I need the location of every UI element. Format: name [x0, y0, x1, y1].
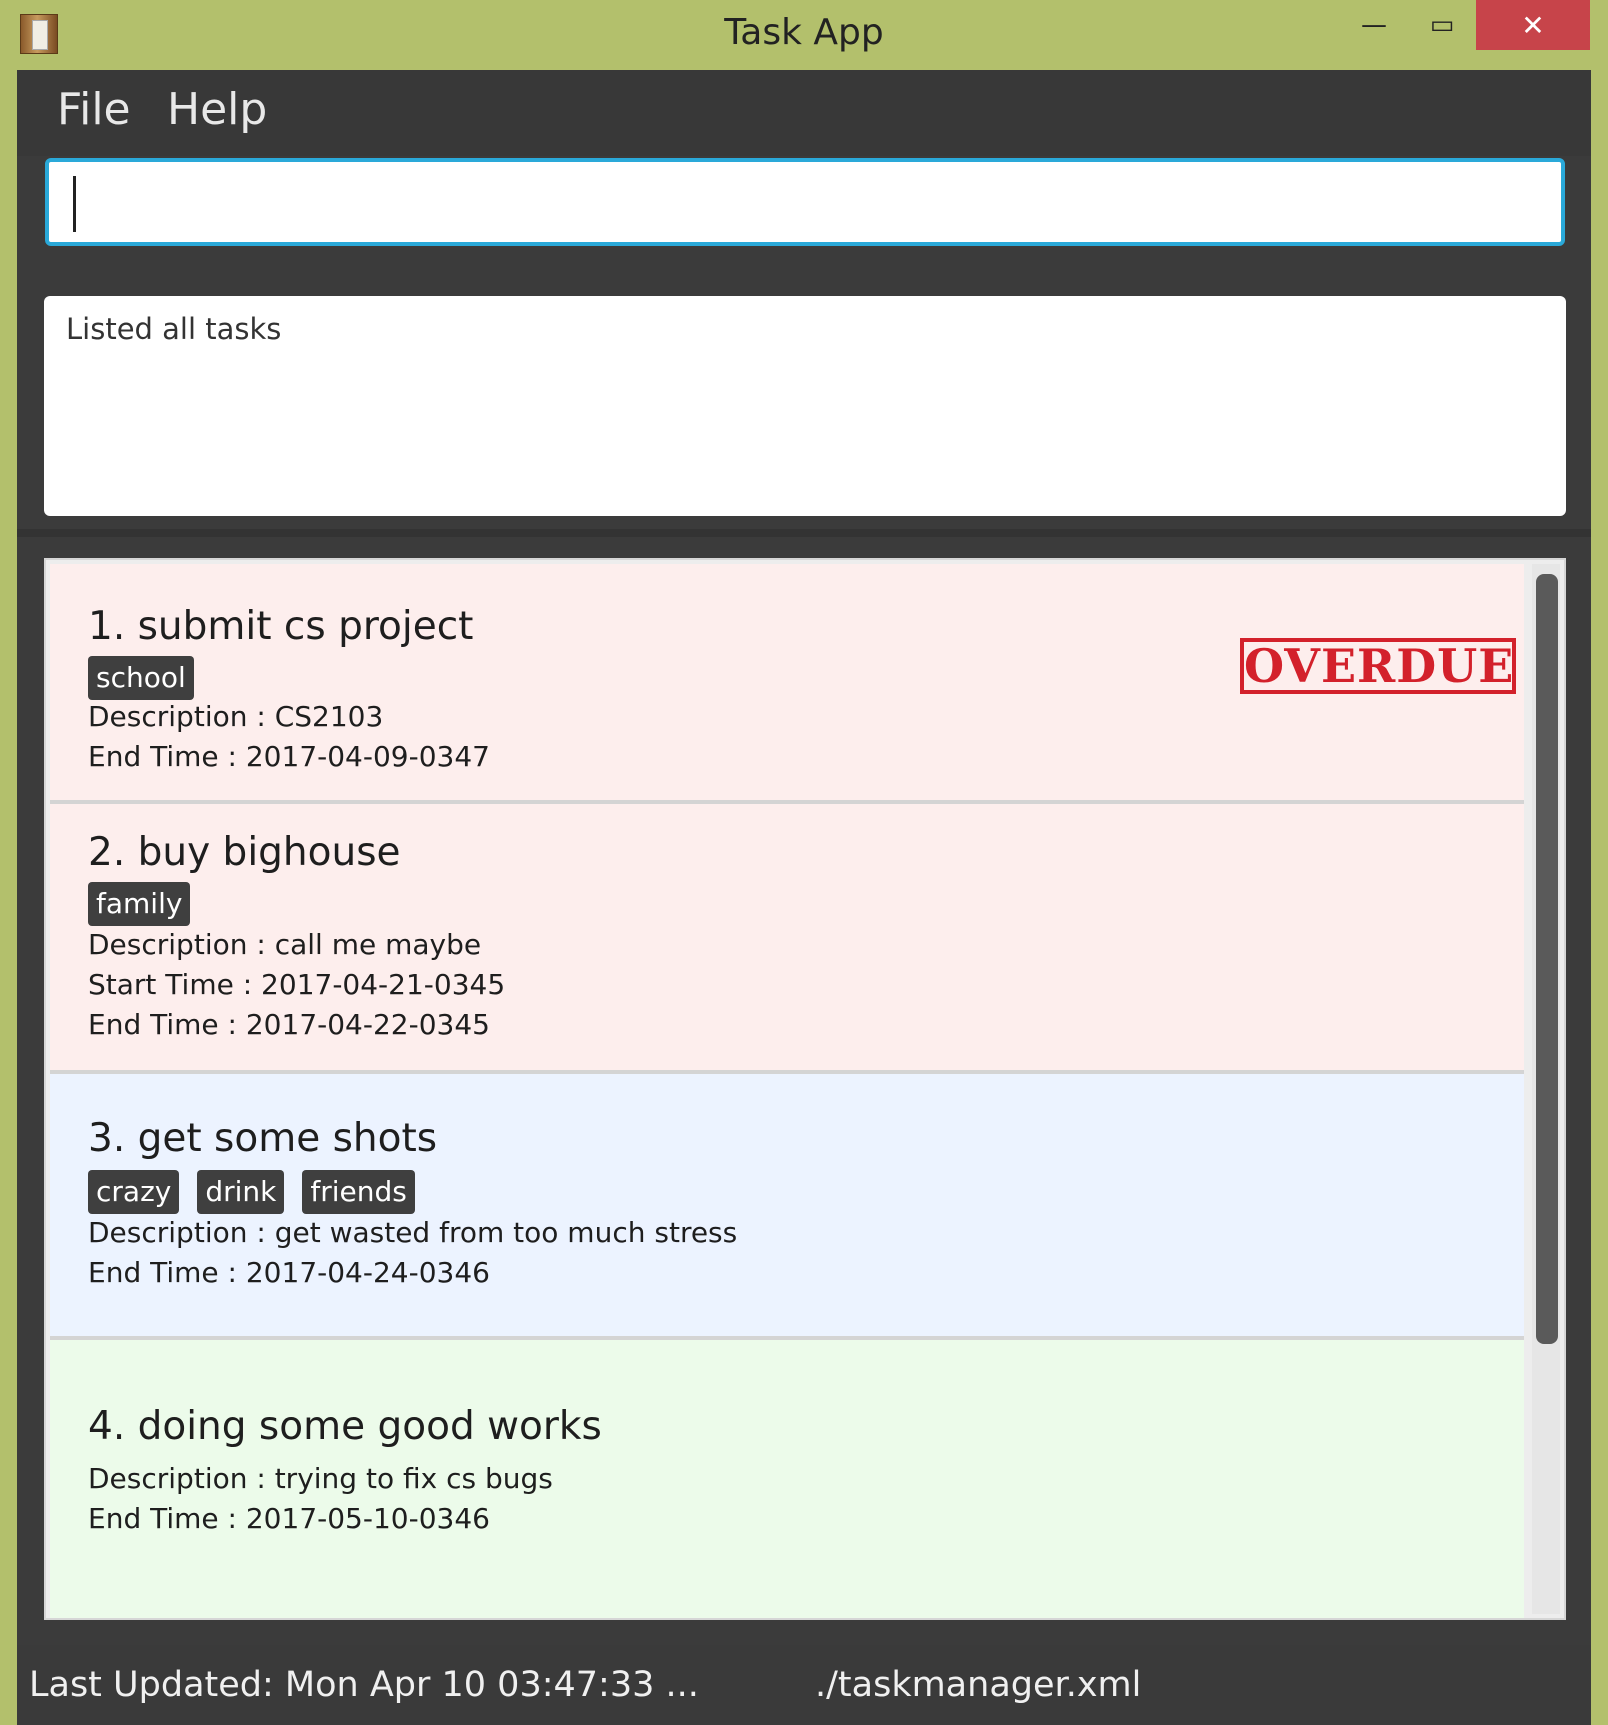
- scroll-thumb[interactable]: [1536, 574, 1558, 1344]
- result-message: Listed all tasks: [66, 312, 282, 346]
- tag-friends: friends: [302, 1170, 415, 1214]
- task-description: Description : get wasted from too much s…: [88, 1216, 738, 1249]
- last-updated-status: Last Updated: Mon Apr 10 03:47:33 ...: [29, 1665, 699, 1705]
- task-card-2[interactable]: 2. buy bighouse family Description : cal…: [50, 804, 1524, 1074]
- task-title: 3. get some shots: [88, 1116, 438, 1161]
- file-path-status: ./taskmanager.xml: [815, 1665, 1142, 1705]
- command-input[interactable]: [45, 158, 1565, 246]
- tag-crazy: crazy: [88, 1170, 180, 1214]
- menu-file[interactable]: File: [57, 84, 131, 135]
- minimize-button[interactable]: —: [1340, 0, 1408, 50]
- tag-school: school: [88, 656, 194, 700]
- scrollbar[interactable]: [1532, 564, 1560, 1614]
- text-caret: [73, 176, 76, 232]
- tag-drink: drink: [197, 1170, 285, 1214]
- task-card-1[interactable]: 1. submit cs project school Description …: [50, 564, 1524, 804]
- maximize-button[interactable]: ▭: [1408, 0, 1476, 50]
- close-button[interactable]: ✕: [1476, 0, 1590, 50]
- task-tags: family: [88, 882, 191, 926]
- task-title: 2. buy bighouse: [88, 830, 401, 875]
- menu-help[interactable]: Help: [167, 84, 267, 135]
- task-start-time: Start Time : 2017-04-21-0345: [88, 968, 506, 1001]
- status-bar: Last Updated: Mon Apr 10 03:47:33 ... ./…: [17, 1645, 1591, 1725]
- title-bar: Task App — ▭ ✕: [0, 0, 1608, 70]
- result-display: Listed all tasks: [44, 296, 1566, 516]
- task-description: Description : call me maybe: [88, 928, 482, 961]
- task-card-3[interactable]: 3. get some shots crazy drink friends De…: [50, 1074, 1524, 1340]
- task-title: 4. doing some good works: [88, 1404, 602, 1449]
- divider: [17, 529, 1591, 537]
- task-end-time: End Time : 2017-04-22-0345: [88, 1008, 490, 1041]
- task-end-time: End Time : 2017-04-24-0346: [88, 1256, 490, 1289]
- task-tags: school: [88, 656, 194, 700]
- main-window: File Help Listed all tasks 1. submit cs …: [17, 70, 1591, 1725]
- task-tags: crazy drink friends: [88, 1170, 415, 1214]
- menu-bar: File Help: [17, 70, 1591, 156]
- task-title: 1. submit cs project: [88, 604, 474, 649]
- tag-family: family: [88, 882, 191, 926]
- task-list: 1. submit cs project school Description …: [44, 558, 1566, 1620]
- task-end-time: End Time : 2017-05-10-0346: [88, 1502, 490, 1535]
- task-description: Description : CS2103: [88, 700, 384, 733]
- task-description: Description : trying to fix cs bugs: [88, 1462, 553, 1495]
- task-card-4[interactable]: 4. doing some good works Description : t…: [50, 1340, 1524, 1618]
- overdue-stamp: OVERDUE: [1240, 638, 1516, 694]
- task-end-time: End Time : 2017-04-09-0347: [88, 740, 490, 773]
